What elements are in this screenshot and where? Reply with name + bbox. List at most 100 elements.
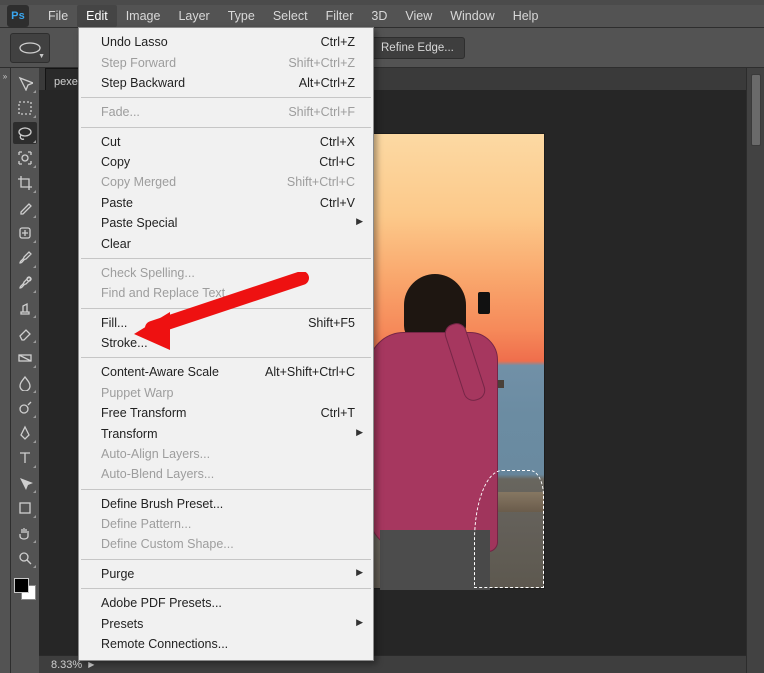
scrollbar-thumb[interactable]	[751, 74, 761, 146]
menu-item-label: Presets	[101, 617, 143, 631]
menu-item-label: Auto-Blend Layers...	[101, 467, 214, 481]
quick-select-tool[interactable]	[13, 147, 37, 169]
type-tool[interactable]	[13, 447, 37, 469]
lasso-selection-marquee	[474, 470, 544, 588]
menu-separator	[81, 308, 371, 309]
menu-item-label: Copy Merged	[101, 175, 176, 189]
menu-3d[interactable]: 3D	[362, 5, 396, 27]
menu-item-label: Paste Special	[101, 216, 177, 230]
menu-item-label: Cut	[101, 135, 120, 149]
hand-tool[interactable]	[13, 522, 37, 544]
menu-window[interactable]: Window	[441, 5, 503, 27]
menu-item-paste-special[interactable]: Paste Special	[79, 213, 373, 233]
right-scrollbar[interactable]	[746, 68, 764, 673]
menu-item-remote-connections[interactable]: Remote Connections...	[79, 634, 373, 654]
menu-item-undo-lasso[interactable]: Undo LassoCtrl+Z	[79, 32, 373, 52]
menu-item-define-brush-preset[interactable]: Define Brush Preset...	[79, 494, 373, 514]
chevron-right-icon[interactable]: »	[2, 72, 9, 79]
pen-tool[interactable]	[13, 422, 37, 444]
lasso-tool[interactable]	[13, 122, 37, 144]
menu-separator	[81, 258, 371, 259]
menu-item-label: Purge	[101, 567, 134, 581]
menu-item-label: Remote Connections...	[101, 637, 228, 651]
menu-item-label: Paste	[101, 196, 133, 210]
refine-edge-button[interactable]: Refine Edge...	[370, 37, 465, 59]
menu-item-auto-align-layers: Auto-Align Layers...	[79, 444, 373, 464]
menu-type[interactable]: Type	[219, 5, 264, 27]
menu-item-label: Define Brush Preset...	[101, 497, 223, 511]
menu-item-free-transform[interactable]: Free TransformCtrl+T	[79, 403, 373, 423]
menu-item-stroke[interactable]: Stroke...	[79, 333, 373, 353]
path-select-tool[interactable]	[13, 472, 37, 494]
current-tool-preset[interactable]: ▼	[10, 33, 50, 63]
menu-item-step-forward: Step ForwardShift+Ctrl+Z	[79, 52, 373, 72]
zoom-tool[interactable]	[13, 547, 37, 569]
chevron-right-icon[interactable]: ▶	[88, 660, 94, 669]
menu-separator	[81, 97, 371, 98]
menu-item-label: Transform	[101, 427, 158, 441]
menu-item-label: Content-Aware Scale	[101, 365, 219, 379]
gradient-tool[interactable]	[13, 347, 37, 369]
menu-item-define-pattern: Define Pattern...	[79, 514, 373, 534]
eyedropper-tool[interactable]	[13, 197, 37, 219]
healing-brush-tool[interactable]	[13, 222, 37, 244]
menu-item-label: Check Spelling...	[101, 266, 195, 280]
marquee-tool[interactable]	[13, 97, 37, 119]
menu-item-paste[interactable]: PasteCtrl+V	[79, 193, 373, 213]
menu-item-shortcut: Shift+F5	[308, 316, 355, 330]
menu-item-label: Find and Replace Text...	[101, 286, 236, 300]
crop-tool[interactable]	[13, 172, 37, 194]
menu-item-step-backward[interactable]: Step BackwardAlt+Ctrl+Z	[79, 73, 373, 93]
menu-separator	[81, 357, 371, 358]
menu-item-copy[interactable]: Copy Ctrl+C	[79, 152, 373, 172]
app-logo-text: Ps	[11, 10, 25, 22]
menu-item-puppet-warp: Puppet Warp	[79, 383, 373, 403]
menu-help[interactable]: Help	[504, 5, 548, 27]
menu-layer[interactable]: Layer	[169, 5, 218, 27]
menu-view[interactable]: View	[396, 5, 441, 27]
menu-item-label: Step Forward	[101, 56, 176, 70]
left-gutter: »	[0, 68, 11, 673]
edit-menu-dropdown: Undo LassoCtrl+ZStep ForwardShift+Ctrl+Z…	[78, 27, 374, 661]
menu-item-label: Fill...	[101, 316, 127, 330]
menu-item-label: Undo Lasso	[101, 35, 168, 49]
foreground-color-swatch[interactable]	[14, 578, 29, 593]
menu-item-label: Auto-Align Layers...	[101, 447, 210, 461]
shape-tool[interactable]	[13, 497, 37, 519]
eraser-tool[interactable]	[13, 322, 37, 344]
menu-item-label: Define Custom Shape...	[101, 537, 234, 551]
menu-edit[interactable]: Edit	[77, 5, 117, 27]
menu-item-adobe-pdf-presets[interactable]: Adobe PDF Presets...	[79, 593, 373, 613]
menu-item-content-aware-scale[interactable]: Content-Aware ScaleAlt+Shift+Ctrl+C	[79, 362, 373, 382]
menu-item-cut[interactable]: Cut Ctrl+X	[79, 132, 373, 152]
clone-stamp-tool[interactable]	[13, 297, 37, 319]
menu-filter[interactable]: Filter	[317, 5, 363, 27]
menu-item-purge[interactable]: Purge	[79, 564, 373, 584]
menu-item-transform[interactable]: Transform	[79, 423, 373, 443]
menu-select[interactable]: Select	[264, 5, 317, 27]
menu-item-shortcut: Shift+Ctrl+C	[287, 175, 355, 189]
menu-item-clear[interactable]: Clear	[79, 233, 373, 253]
brush-tool[interactable]	[13, 247, 37, 269]
menu-item-shortcut: Ctrl+C	[319, 155, 355, 169]
menu-file[interactable]: File	[39, 5, 77, 27]
menu-item-auto-blend-layers: Auto-Blend Layers...	[79, 464, 373, 484]
menu-item-shortcut: Shift+Ctrl+F	[288, 105, 355, 119]
menu-item-label: Stroke...	[101, 336, 148, 350]
menu-item-label: Copy	[101, 155, 130, 169]
menu-item-fill[interactable]: Fill... Shift+F5	[79, 313, 373, 333]
menu-separator	[81, 489, 371, 490]
menu-image[interactable]: Image	[117, 5, 170, 27]
menu-item-presets[interactable]: Presets	[79, 613, 373, 633]
menu-item-find-and-replace-text: Find and Replace Text...	[79, 283, 373, 303]
dodge-tool[interactable]	[13, 397, 37, 419]
history-brush-tool[interactable]	[13, 272, 37, 294]
menu-item-label: Fade...	[101, 105, 140, 119]
move-tool[interactable]	[13, 72, 37, 94]
menu-item-label: Step Backward	[101, 76, 185, 90]
color-swatches[interactable]	[14, 578, 36, 600]
menu-item-shortcut: Ctrl+X	[320, 135, 355, 149]
menu-item-label: Define Pattern...	[101, 517, 191, 531]
blur-tool[interactable]	[13, 372, 37, 394]
menu-item-label: Free Transform	[101, 406, 186, 420]
